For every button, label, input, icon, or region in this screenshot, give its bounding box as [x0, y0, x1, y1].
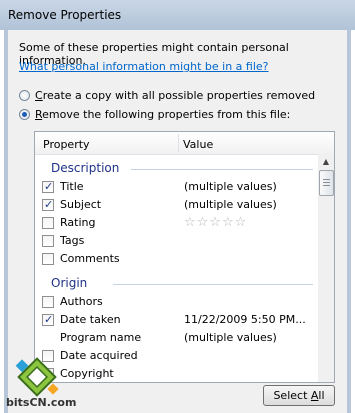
- list-item[interactable]: Title (multiple values): [42, 179, 322, 197]
- list-item[interactable]: Copyright: [42, 366, 322, 382]
- watermark-text: bitsCN.com: [6, 396, 77, 409]
- list-header: Property Value: [35, 132, 334, 155]
- property-value: (multiple values): [184, 198, 277, 211]
- property-list[interactable]: Property Value Description Title (multip…: [34, 131, 335, 383]
- column-header-value[interactable]: Value: [183, 138, 213, 151]
- property-name: Program name: [60, 331, 142, 344]
- radio-button[interactable]: [19, 90, 30, 101]
- column-separator[interactable]: [178, 134, 179, 152]
- property-value: (multiple values): [184, 180, 277, 193]
- checkbox[interactable]: [42, 253, 54, 265]
- radio-create-copy[interactable]: Create a copy with all possible properti…: [19, 89, 315, 102]
- property-value: (multiple values): [184, 331, 277, 344]
- section-origin: Origin: [51, 276, 88, 290]
- property-name: Tags: [60, 234, 85, 247]
- checkbox-checked[interactable]: [42, 180, 54, 193]
- section-description: Description: [51, 161, 120, 175]
- property-name: Subject: [60, 198, 102, 211]
- property-name: Title: [60, 180, 84, 193]
- property-value: 11/22/2009 5:50 PM...: [184, 313, 306, 326]
- checkbox-checked[interactable]: [42, 198, 54, 211]
- list-item[interactable]: Subject (multiple values): [42, 197, 322, 215]
- checkbox[interactable]: [42, 217, 54, 229]
- section-divider: [113, 284, 313, 285]
- list-item[interactable]: Comments: [42, 251, 322, 269]
- property-name: Date taken: [60, 313, 121, 326]
- scrollbar-thumb[interactable]: [319, 170, 334, 196]
- grip-line: [323, 185, 330, 186]
- radio-remove-following-label: Remove the following properties from thi…: [35, 108, 291, 121]
- section-divider: [131, 169, 313, 170]
- radio-button-selected[interactable]: [19, 109, 30, 120]
- radio-create-copy-label: Create a copy with all possible properti…: [35, 89, 316, 102]
- list-item[interactable]: Program name (multiple values): [42, 330, 322, 348]
- vertical-scrollbar[interactable]: ▲: [318, 154, 334, 382]
- title-bar[interactable]: Remove Properties: [0, 0, 355, 30]
- radio-remove-following[interactable]: Remove the following properties from thi…: [19, 108, 290, 121]
- grip-line: [323, 182, 330, 183]
- help-link[interactable]: What personal information might be in a …: [19, 60, 269, 73]
- checkbox-checked[interactable]: [42, 313, 54, 326]
- list-item[interactable]: Date taken 11/22/2009 5:50 PM...: [42, 312, 322, 330]
- property-name: Rating: [60, 216, 96, 229]
- window-title: Remove Properties: [8, 8, 122, 22]
- property-name: Comments: [60, 252, 120, 265]
- select-all-button[interactable]: Select All: [263, 385, 335, 406]
- column-header-property[interactable]: Property: [43, 138, 90, 151]
- list-item[interactable]: Rating ☆☆☆☆☆: [42, 215, 322, 233]
- checkbox[interactable]: [42, 235, 54, 247]
- list-item[interactable]: Authors: [42, 294, 322, 312]
- rating-stars-icon[interactable]: ☆☆☆☆☆: [184, 215, 247, 230]
- list-item[interactable]: Tags: [42, 233, 322, 251]
- list-item[interactable]: Date acquired: [42, 348, 322, 366]
- checkbox[interactable]: [42, 296, 54, 308]
- property-name: Authors: [60, 295, 103, 308]
- scroll-up-arrow-icon[interactable]: ▲: [318, 154, 334, 170]
- grip-line: [323, 179, 330, 180]
